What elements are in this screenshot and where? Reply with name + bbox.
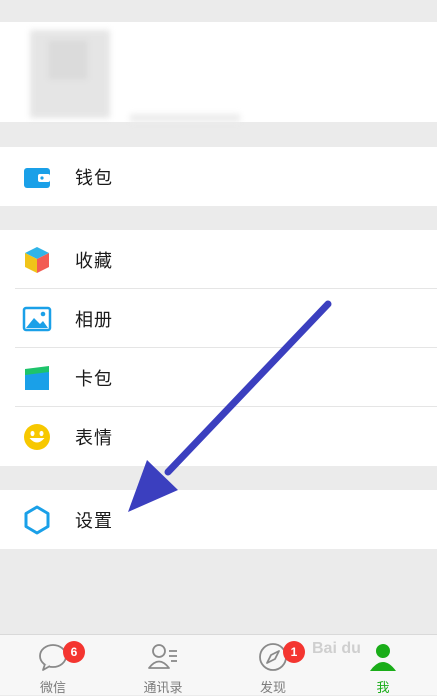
- menu-label-album: 相册: [75, 309, 113, 331]
- gear-icon: [24, 505, 50, 534]
- tab-label-discover: 发现: [259, 681, 286, 696]
- tab-chats[interactable]: 6 微信: [13, 635, 93, 696]
- menu-item-cards[interactable]: 卡包: [0, 348, 437, 407]
- features-group: 收藏 相册 卡包 表情: [0, 230, 437, 466]
- tab-label-me: 我: [376, 681, 390, 696]
- unread-badge: 6: [63, 641, 85, 663]
- top-spacer: [0, 0, 437, 22]
- watermark: Bai du: [312, 640, 361, 657]
- menu-label-wallet: 钱包: [75, 167, 113, 189]
- menu-label-stickers: 表情: [75, 427, 113, 449]
- discover-badge: 1: [283, 641, 305, 663]
- wallet-group: 钱包: [0, 147, 437, 206]
- profile-name-blurred: [130, 114, 240, 122]
- menu-label-settings: 设置: [75, 510, 113, 532]
- menu-item-wallet[interactable]: 钱包: [0, 147, 437, 206]
- wallet-icon: [24, 167, 50, 188]
- menu-label-favorites: 收藏: [75, 250, 113, 272]
- tab-discover[interactable]: 1 发现: [233, 635, 313, 696]
- menu-item-album[interactable]: 相册: [0, 289, 437, 348]
- picture-icon: [22, 306, 52, 331]
- card-icon: [25, 365, 49, 390]
- person-icon: [370, 644, 396, 671]
- cube-icon: [25, 246, 49, 273]
- tab-label-contacts: 通讯录: [143, 681, 183, 696]
- menu-item-settings[interactable]: 设置: [0, 490, 437, 549]
- menu-item-favorites[interactable]: 收藏: [0, 230, 437, 289]
- menu-item-stickers[interactable]: 表情: [0, 407, 437, 466]
- tab-label-chats: 微信: [39, 681, 66, 696]
- contacts-icon: [148, 644, 177, 669]
- smiley-icon: [24, 423, 50, 450]
- bottom-tab-bar: 6 微信 通讯录 1 发现 我: [0, 634, 437, 696]
- settings-group: 设置: [0, 490, 437, 549]
- tab-contacts[interactable]: 通讯录: [123, 635, 203, 696]
- avatar[interactable]: [30, 30, 110, 118]
- menu-label-cards: 卡包: [75, 368, 113, 390]
- profile-header[interactable]: [0, 22, 437, 122]
